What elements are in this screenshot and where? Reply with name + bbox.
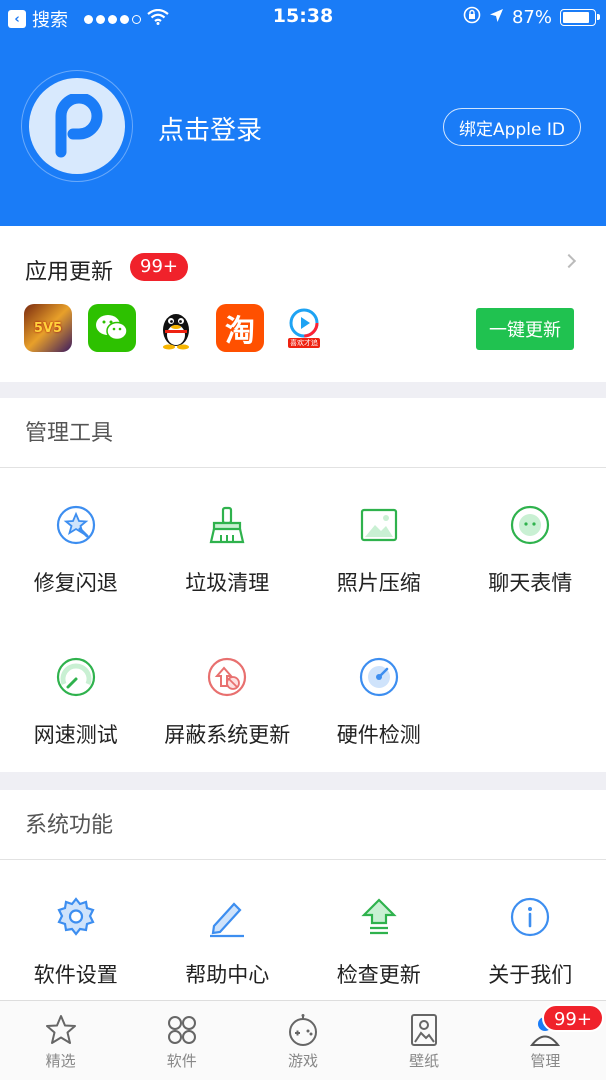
tab-games[interactable]: 游戏: [242, 1001, 363, 1080]
wallpaper-icon: [407, 1013, 441, 1047]
login-link[interactable]: 点击登录: [158, 110, 262, 147]
wechat-icon[interactable]: [88, 304, 136, 352]
broom-icon: [205, 503, 249, 547]
system-label: 关于我们: [488, 963, 573, 987]
tab-label: 壁纸: [409, 1052, 440, 1070]
system-section: 系统功能 软件设置 帮助中心 检查更新 关于我们: [0, 790, 606, 1000]
pending-apps-list: 5V5 淘 喜欢才追: [24, 304, 328, 352]
system-label: 软件设置: [33, 963, 118, 987]
check-update[interactable]: 检查更新: [303, 860, 455, 1000]
tool-hardware-check[interactable]: 硬件检测: [303, 620, 455, 772]
tool-label: 垃圾清理: [185, 571, 270, 595]
tool-label: 硬件检测: [336, 723, 421, 747]
tab-featured[interactable]: 精选: [0, 1001, 121, 1080]
app-updates-card[interactable]: 应用更新 99+ 5V5 淘 喜欢才追 一键更新: [0, 226, 606, 382]
battery-icon: [560, 9, 600, 26]
bind-apple-id-button[interactable]: 绑定Apple ID: [443, 108, 581, 146]
qq-icon[interactable]: [152, 304, 200, 352]
avatar[interactable]: [21, 70, 133, 182]
tool-label: 网速测试: [33, 723, 118, 747]
star-icon: [44, 1013, 78, 1047]
game-icon: [286, 1013, 320, 1047]
battery-percent: 87%: [511, 7, 552, 28]
tools-section-title: 管理工具: [0, 398, 606, 468]
system-label: 检查更新: [336, 963, 421, 987]
app-updates-title: 应用更新: [25, 260, 114, 285]
rotation-lock-icon: [463, 6, 481, 29]
tab-label: 精选: [45, 1052, 76, 1070]
tool-repair-crash[interactable]: 修复闪退: [0, 468, 152, 620]
app-icon-text: 喜欢才追: [288, 338, 320, 348]
app-icon-text: 淘: [225, 314, 255, 349]
tool-label: 屏蔽系统更新: [164, 723, 291, 747]
location-arrow-icon: [489, 7, 504, 28]
manage-badge: 99+: [541, 1004, 604, 1032]
emoji-icon: [508, 503, 552, 547]
tool-chat-emoji[interactable]: 聊天表情: [455, 468, 606, 620]
system-section-title: 系统功能: [0, 790, 606, 860]
info-icon: [508, 895, 552, 939]
tool-junk-clean[interactable]: 垃圾清理: [152, 468, 304, 620]
taobao-icon[interactable]: 淘: [216, 304, 264, 352]
bottom-tab-bar: 精选 软件 游戏 壁纸 管理 99+: [0, 1000, 606, 1080]
tool-speed-test[interactable]: 网速测试: [0, 620, 152, 772]
status-bar: ‹ 搜索 15:38 87%: [0, 0, 606, 34]
tab-label: 游戏: [287, 1052, 318, 1070]
apps-grid-icon: [165, 1013, 199, 1047]
radar-icon: [357, 655, 401, 699]
tool-label: 聊天表情: [488, 571, 573, 595]
repair-icon: [54, 503, 98, 547]
honor-of-kings-icon[interactable]: 5V5: [24, 304, 72, 352]
help-center[interactable]: 帮助中心: [152, 860, 304, 1000]
chevron-right-icon[interactable]: [561, 253, 577, 269]
tools-section: 管理工具 修复闪退 垃圾清理 照片压缩 聊天表情 网速测试 屏蔽系统更新 硬件检…: [0, 398, 606, 772]
pencil-icon: [205, 895, 249, 939]
update-count-badge: 99+: [130, 253, 188, 281]
tool-photo-compress[interactable]: 照片压缩: [303, 468, 455, 620]
tool-block-system-update[interactable]: 屏蔽系统更新: [152, 620, 304, 772]
system-label: 帮助中心: [185, 963, 270, 987]
youku-icon[interactable]: 喜欢才追: [280, 304, 328, 352]
speedometer-icon: [54, 655, 98, 699]
update-all-button[interactable]: 一键更新: [476, 308, 574, 350]
tab-label: 管理: [530, 1052, 561, 1070]
block-update-icon: [205, 655, 249, 699]
tool-label: 照片压缩: [336, 571, 421, 595]
upload-arrow-icon: [357, 895, 401, 939]
logo-icon: [29, 78, 125, 174]
app-icon-text: 5V5: [33, 320, 63, 336]
gear-icon: [54, 895, 98, 939]
tool-label: 修复闪退: [33, 571, 118, 595]
tab-label: 软件: [166, 1052, 197, 1070]
tab-manage[interactable]: 管理 99+: [485, 1001, 606, 1080]
photo-icon: [357, 503, 401, 547]
tab-wallpaper[interactable]: 壁纸: [364, 1001, 485, 1080]
software-settings[interactable]: 软件设置: [0, 860, 152, 1000]
tab-software[interactable]: 软件: [121, 1001, 242, 1080]
about-us[interactable]: 关于我们: [455, 860, 606, 1000]
